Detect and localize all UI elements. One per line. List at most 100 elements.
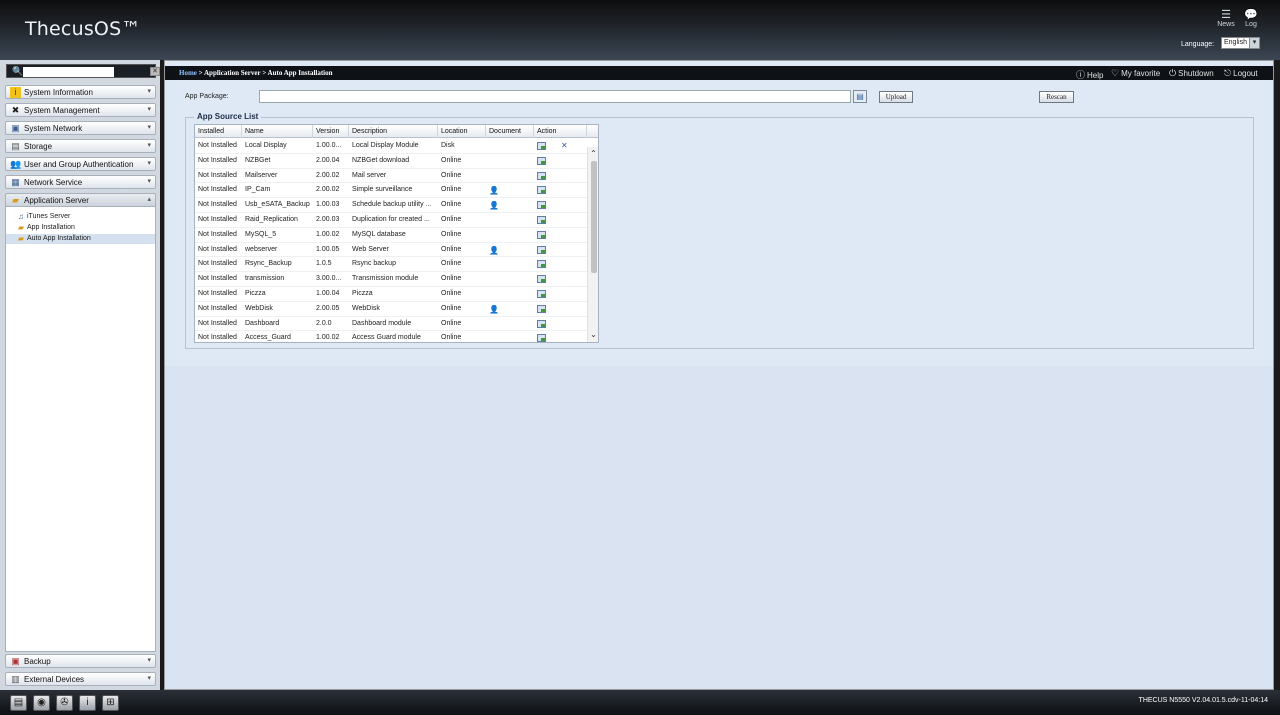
sidebar-item-system-network[interactable]: ▣ System Network ▾ [5,121,156,135]
table-row[interactable]: Not Installed Piczza 1.00.04 Piczza Online [195,287,587,302]
news-label: News [1217,21,1235,28]
document-icon[interactable]: 👤 [489,186,499,195]
cell-version: 3.00.0... [316,275,342,283]
install-icon[interactable] [537,275,546,284]
breadcrumb-home-link[interactable]: Home [179,69,197,77]
install-icon[interactable] [537,245,546,254]
cell-location: Online [441,334,462,342]
favorite-label: My favorite [1121,69,1161,78]
document-icon[interactable]: 👤 [489,201,499,210]
sidebar-item-label: System Management [24,106,100,115]
taskbar-fan-button[interactable]: ✇ [56,695,73,711]
app-package-input[interactable] [259,90,851,103]
table-row[interactable]: Not Installed Dashboard 2.0.0 Dashboard mod… [195,317,587,332]
delete-icon[interactable]: ✕ [561,139,568,153]
sidebar-item-system-information[interactable]: i System Information ▾ [5,85,156,99]
cell-description: Rsync backup [352,260,396,268]
install-icon[interactable] [537,230,546,239]
chevron-up-icon[interactable]: ⌃ [589,149,598,158]
sidebar-item-application-server[interactable]: ▰ Application Server ▴ [5,193,156,207]
cell-name: Piczza [245,290,266,297]
tools-icon: ✖ [11,105,20,115]
install-icon[interactable] [537,156,546,165]
table-row[interactable]: Not Installed webserver 1.00.05 Web Server O… [195,243,587,258]
column-version[interactable]: Version [313,125,349,138]
language-select[interactable]: English ▾ [1221,37,1260,49]
sidebar-item-user-and-group-authentication[interactable]: 👥 User and Group Authentication ▾ [5,157,156,171]
install-icon[interactable] [537,171,546,180]
install-icon[interactable] [537,142,546,150]
thecus-logo: ThecusOS™ [25,18,141,40]
sidebar-item-storage[interactable]: ▤ Storage ▾ [5,139,156,153]
table-row[interactable]: Not Installed Raid_Replication 2.00.03 Dupl… [195,213,587,228]
column-action[interactable]: Action [534,125,587,138]
cell-description: WebDisk [352,304,380,312]
grid-scrollbar[interactable]: ⌃ ⌄ [587,147,598,342]
document-icon[interactable]: 👤 [489,246,499,255]
install-icon[interactable] [537,216,546,224]
install-icon[interactable] [537,334,546,342]
install-icon[interactable] [537,304,546,313]
document-icon[interactable]: 👤 [489,305,499,314]
logout-link[interactable]: ⎋ Logout [1224,68,1258,79]
cell-installed: Not Installed [198,156,237,164]
subitem-label: App Installation [27,224,75,231]
table-row[interactable]: Not Installed Mailserver 2.00.02 Mail serve… [195,169,587,184]
install-icon[interactable] [537,186,546,195]
cell-location: Online [441,290,462,297]
shutdown-link[interactable]: ⏻ Shutdown [1169,68,1214,79]
cell-location: Online [441,245,462,253]
help-link[interactable]: ⓘ Help [1076,68,1103,81]
cell-version: 2.00.03 [316,216,340,223]
browse-button[interactable]: ▤ [853,90,867,103]
taskbar-list-button[interactable]: ▤ [10,695,27,711]
my-favorite-link[interactable]: ♡ My favorite [1111,68,1160,79]
table-row[interactable]: Not Installed IP_Cam 2.00.02 Simple surveil… [195,183,587,199]
cell-description: Schedule backup utility ... [352,201,432,209]
help-label: Help [1087,71,1104,80]
column-name[interactable]: Name [242,125,313,138]
news-button[interactable]: ☰ News [1216,9,1236,28]
column-description[interactable]: Description [349,125,438,138]
subitem-auto-app-installation[interactable]: ▰ Auto App Installation [6,234,155,244]
sidebar-item-backup[interactable]: ▣ Backup ▾ [5,654,156,668]
taskbar-disk-button[interactable]: ◉ [33,695,50,711]
sidebar-item-external-devices[interactable]: ▥ External Devices ▾ [5,672,156,686]
install-icon[interactable] [537,201,546,210]
cell-version: 1.00.02 [316,230,340,238]
auto-install-icon: ▰ [17,234,25,243]
cell-name: Raid_Replication [245,216,298,223]
upload-button[interactable]: Upload [879,91,913,103]
subitem-itunes-server[interactable]: ♫ iTunes Server [6,212,155,222]
subitem-app-installation[interactable]: ▰ App Installation [6,223,155,233]
heart-icon: ♡ [1111,68,1120,78]
install-icon[interactable] [537,319,546,328]
install-icon[interactable] [537,290,546,298]
table-row[interactable]: Not Installed MySQL_5 1.00.02 MySQL databas… [195,228,587,243]
column-location[interactable]: Location [438,125,486,138]
table-row[interactable]: Not Installed NZBGet 2.00.04 NZBGet downloa… [195,154,587,169]
cell-installed: Not Installed [198,201,237,209]
column-installed[interactable]: Installed [195,125,242,138]
close-icon[interactable]: ✕ [150,67,160,76]
install-icon[interactable] [537,260,546,269]
sidebar-item-network-service[interactable]: ▦ Network Service ▾ [5,175,156,189]
taskbar-network-button[interactable]: ⊞ [102,695,119,711]
table-row[interactable]: Not Installed Usb_eSATA_Backup 1.00.03 Sche… [195,198,587,213]
scrollbar-thumb[interactable] [591,161,597,273]
app-source-grid: Installed Name Version Description Locat… [194,124,599,343]
chevron-down-icon[interactable]: ⌄ [589,330,598,339]
cell-location: Online [441,216,462,223]
search-input[interactable] [23,67,114,77]
info-icon: i [10,87,21,98]
table-row[interactable]: Not Installed transmission 3.00.0... Transm… [195,272,587,287]
rescan-button[interactable]: Rescan [1039,91,1074,103]
table-row[interactable]: Not Installed WebDisk 2.00.05 WebDisk Online… [195,302,587,317]
table-row[interactable]: Not Installed Access_Guard 1.00.02 Access G… [195,331,587,342]
sidebar-item-system-management[interactable]: ✖ System Management ▾ [5,103,156,117]
column-document[interactable]: Document [486,125,534,138]
table-row[interactable]: Not Installed Rsync_Backup 1.0.5 Rsync back… [195,257,587,273]
taskbar-info-button[interactable]: i [79,695,96,711]
table-row[interactable]: Not Installed Local Display 1.00.0... Local… [195,139,587,154]
log-button[interactable]: 💬 Log [1241,9,1261,28]
